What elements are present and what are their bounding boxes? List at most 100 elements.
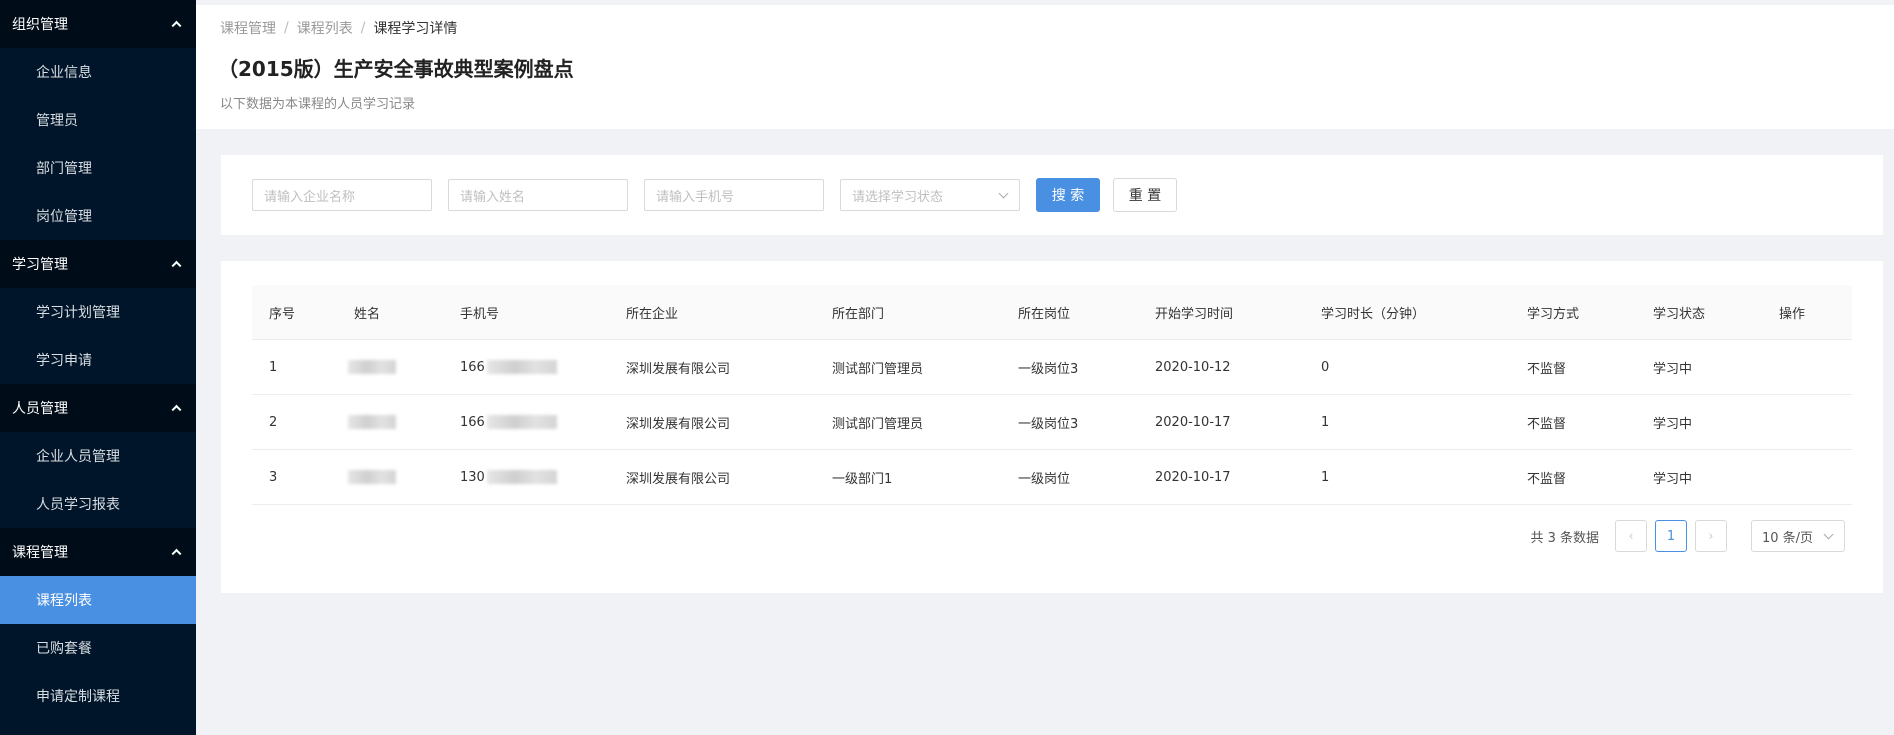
menu-group-label: 课程管理 xyxy=(12,545,68,561)
department-cell: 测试部门管理员 xyxy=(832,361,924,377)
search-panel: 请输入企业名称 请输入姓名 请输入手机号 请选择学习状态 搜 索 重 置 xyxy=(221,155,1883,235)
company-name-input[interactable]: 请输入企业名称 xyxy=(252,179,432,211)
name-cell-redacted xyxy=(348,470,396,485)
name-input[interactable]: 请输入姓名 xyxy=(448,179,628,211)
column-header: 姓名 xyxy=(354,306,381,322)
sidebar-item-positions[interactable]: 岗位管理 xyxy=(0,192,196,240)
phone-redacted xyxy=(486,360,557,374)
table-row: 2 166 深圳发展有限公司 测试部门管理员 一级岗位3 2020-10-17 … xyxy=(252,395,1852,450)
start-time-cell: 2020-10-12 xyxy=(1155,359,1231,375)
name-cell-redacted xyxy=(348,360,396,375)
department-cell: 一级部门1 xyxy=(832,471,893,487)
records-table: 序号 姓名 手机号 所在企业 所在部门 所在岗位 开始学习时间 学习时长（分钟）… xyxy=(252,285,1852,505)
row-index: 1 xyxy=(269,359,278,375)
table-row: 3 130 深圳发展有限公司 一级部门1 一级岗位 2020-10-17 1 不… xyxy=(252,450,1852,505)
sidebar-item-learning-plans[interactable]: 学习计划管理 xyxy=(0,288,196,336)
column-header: 所在部门 xyxy=(832,306,885,322)
position-cell: 一级岗位3 xyxy=(1018,416,1079,432)
sidebar-item-label: 学习计划管理 xyxy=(36,305,120,321)
row-index: 2 xyxy=(269,414,278,430)
breadcrumb-separator: / xyxy=(360,20,366,36)
page-size-select[interactable]: 10 条/页 xyxy=(1751,520,1845,552)
prev-page-button[interactable]: ‹ xyxy=(1615,520,1647,552)
phone-input[interactable]: 请输入手机号 xyxy=(644,179,824,211)
chevron-up-icon xyxy=(171,20,182,31)
column-header: 学习时长（分钟） xyxy=(1321,306,1426,322)
phone-redacted xyxy=(486,470,557,484)
chevron-up-icon xyxy=(171,548,182,559)
column-header: 手机号 xyxy=(460,306,500,322)
sidebar-item-company-info[interactable]: 企业信息 xyxy=(0,48,196,96)
sidebar-item-course-list[interactable]: 课程列表 xyxy=(0,576,196,624)
pagination: 共 3 条数据 ‹ 1 › 10 条/页 xyxy=(1530,520,1845,552)
menu-group-people[interactable]: 人员管理 xyxy=(0,384,196,432)
company-cell: 深圳发展有限公司 xyxy=(626,416,731,432)
status-cell: 学习中 xyxy=(1653,416,1693,432)
next-page-button[interactable]: › xyxy=(1695,520,1727,552)
menu-group-learning[interactable]: 学习管理 xyxy=(0,240,196,288)
sidebar-item-label: 企业信息 xyxy=(36,65,92,81)
mode-cell: 不监督 xyxy=(1527,416,1567,432)
chevron-left-icon: ‹ xyxy=(1628,528,1634,544)
phone-cell: 166 xyxy=(460,415,557,430)
select-placeholder: 请选择学习状态 xyxy=(852,189,944,205)
column-header: 开始学习时间 xyxy=(1155,306,1234,322)
phone-cell: 130 xyxy=(460,470,557,485)
phone-prefix: 166 xyxy=(460,414,485,430)
mode-cell: 不监督 xyxy=(1527,361,1567,377)
reset-button[interactable]: 重 置 xyxy=(1113,178,1177,212)
duration-cell: 0 xyxy=(1321,359,1330,375)
column-header: 序号 xyxy=(269,306,296,322)
row-index: 3 xyxy=(269,469,278,485)
breadcrumb-link[interactable]: 课程列表 xyxy=(297,18,353,38)
page-number-button[interactable]: 1 xyxy=(1655,520,1687,552)
main-content: 课程管理 / 课程列表 / 课程学习详情 （2015版）生产安全事故典型案例盘点… xyxy=(196,0,1894,735)
breadcrumb: 课程管理 / 课程列表 / 课程学习详情 xyxy=(220,18,457,38)
phone-cell: 166 xyxy=(460,360,557,375)
menu-group-label: 学习管理 xyxy=(12,257,68,273)
breadcrumb-link[interactable]: 课程管理 xyxy=(220,18,276,38)
status-cell: 学习中 xyxy=(1653,471,1693,487)
start-time-cell: 2020-10-17 xyxy=(1155,469,1231,485)
sidebar-item-admins[interactable]: 管理员 xyxy=(0,96,196,144)
records-table-card: 序号 姓名 手机号 所在企业 所在部门 所在岗位 开始学习时间 学习时长（分钟）… xyxy=(221,261,1883,593)
duration-cell: 1 xyxy=(1321,414,1330,430)
duration-cell: 1 xyxy=(1321,469,1330,485)
phone-prefix: 130 xyxy=(460,469,485,485)
input-placeholder: 请输入手机号 xyxy=(656,189,735,205)
department-cell: 测试部门管理员 xyxy=(832,416,924,432)
position-cell: 一级岗位3 xyxy=(1018,361,1079,377)
menu-group-label: 组织管理 xyxy=(12,17,68,33)
chevron-up-icon xyxy=(171,404,182,415)
sidebar-item-company-people[interactable]: 企业人员管理 xyxy=(0,432,196,480)
menu-group-courses[interactable]: 课程管理 xyxy=(0,528,196,576)
phone-prefix: 166 xyxy=(460,359,485,375)
search-button[interactable]: 搜 索 xyxy=(1036,178,1100,212)
sidebar-item-label: 管理员 xyxy=(36,113,78,129)
sidebar-item-purchased-packages[interactable]: 已购套餐 xyxy=(0,624,196,672)
breadcrumb-current: 课程学习详情 xyxy=(373,21,458,37)
sidebar-item-label: 课程列表 xyxy=(36,593,92,609)
mode-cell: 不监督 xyxy=(1527,471,1567,487)
sidebar-item-label: 岗位管理 xyxy=(36,209,92,225)
sidebar-item-label: 学习申请 xyxy=(36,353,92,369)
sidebar-item-label: 已购套餐 xyxy=(36,641,92,657)
status-cell: 学习中 xyxy=(1653,361,1693,377)
sidebar-item-learning-report[interactable]: 人员学习报表 xyxy=(0,480,196,528)
column-header: 所在岗位 xyxy=(1018,306,1071,322)
column-header: 所在企业 xyxy=(626,306,679,322)
breadcrumb-separator: / xyxy=(284,20,289,36)
sidebar-item-learning-requests[interactable]: 学习申请 xyxy=(0,336,196,384)
menu-group-org[interactable]: 组织管理 xyxy=(0,0,196,48)
sidebar-item-label: 企业人员管理 xyxy=(36,449,120,465)
sidebar-item-departments[interactable]: 部门管理 xyxy=(0,144,196,192)
sidebar: 组织管理 企业信息 管理员 部门管理 岗位管理 学习管理 学习计划管理 学习申请… xyxy=(0,0,196,735)
column-header: 学习状态 xyxy=(1653,306,1706,322)
page-header: 课程管理 / 课程列表 / 课程学习详情 （2015版）生产安全事故典型案例盘点… xyxy=(196,5,1894,129)
start-time-cell: 2020-10-17 xyxy=(1155,414,1231,430)
page-description: 以下数据为本课程的人员学习记录 xyxy=(220,97,416,112)
study-status-select[interactable]: 请选择学习状态 xyxy=(840,179,1020,211)
chevron-right-icon: › xyxy=(1708,528,1714,544)
table-header: 序号 姓名 手机号 所在企业 所在部门 所在岗位 开始学习时间 学习时长（分钟）… xyxy=(252,285,1852,340)
sidebar-item-custom-course[interactable]: 申请定制课程 xyxy=(0,672,196,720)
